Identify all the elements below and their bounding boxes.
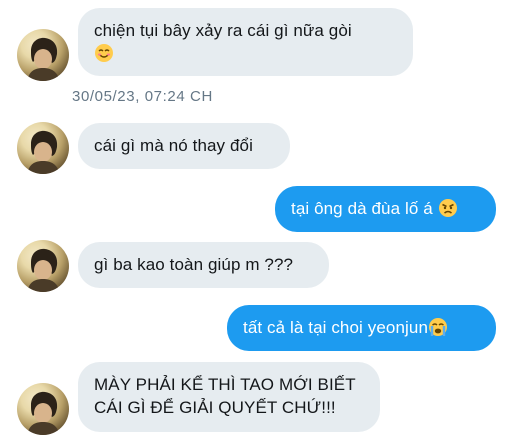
message-bubble[interactable]: gì ba kao toàn giúp m ??? [78, 242, 329, 288]
avatar[interactable] [17, 240, 69, 292]
message-bubble[interactable]: tại ông dà đùa lố á [275, 186, 496, 232]
message-text: MÀY PHẢI KỂ THÌ TAO MỚI BIẾT CÁI GÌ ĐỂ G… [94, 375, 356, 417]
message-text: gì ba kao toàn giúp m ??? [94, 255, 294, 274]
avatar[interactable] [17, 29, 69, 81]
avatar[interactable] [17, 122, 69, 174]
message-text: chiện tụi bây xảy ra cái gì nữa gòi [94, 21, 352, 40]
message-bubble[interactable]: cái gì mà nó thay đổi [78, 123, 290, 169]
message-bubble[interactable]: chiện tụi bây xảy ra cái gì nữa gòi [78, 8, 413, 76]
message-bubble[interactable]: MÀY PHẢI KỂ THÌ TAO MỚI BIẾT CÁI GÌ ĐỂ G… [78, 362, 380, 432]
avatar[interactable] [17, 383, 69, 435]
message-text: tất cả là tại choi yeonjun [243, 318, 428, 337]
avatar-photo [27, 130, 60, 174]
message-timestamp: 30/05/23, 07:24 CH [72, 88, 213, 105]
avatar-photo [27, 37, 60, 81]
avatar-photo [27, 248, 60, 292]
avatar-photo [27, 391, 60, 435]
crying-face-icon [428, 317, 448, 337]
message-text: tại ông dà đùa lố á [291, 199, 433, 218]
angry-face-icon [438, 198, 458, 218]
message-text: cái gì mà nó thay đổi [94, 136, 253, 155]
message-bubble[interactable]: tất cả là tại choi yeonjun [227, 305, 496, 351]
smiling-face-icon [94, 43, 114, 63]
